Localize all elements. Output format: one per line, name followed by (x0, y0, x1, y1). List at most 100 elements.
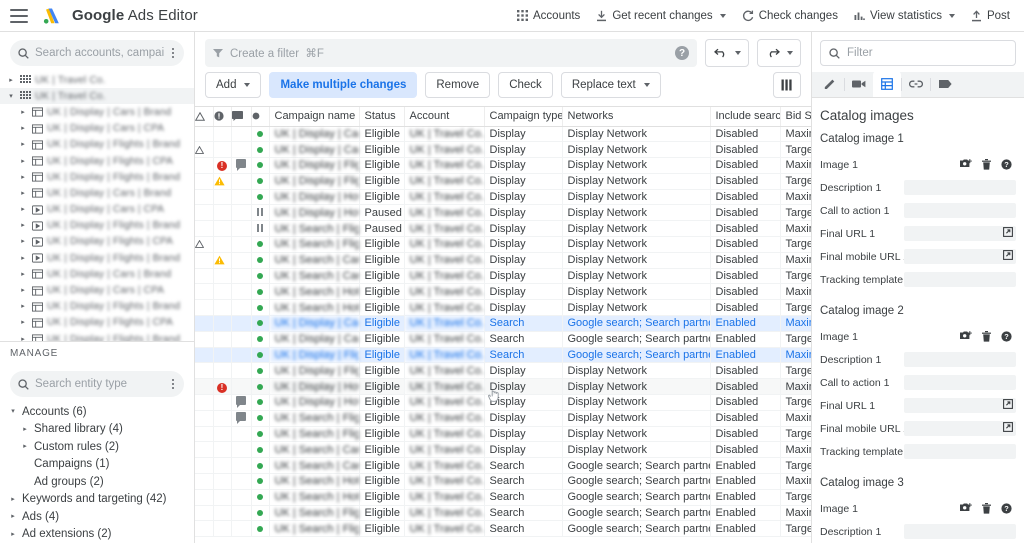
expand-chevron-icon[interactable]: ▸ (18, 238, 28, 245)
manage-item-5[interactable]: ▸ Keywords and targeting (42) (0, 491, 194, 509)
expand-chevron-icon[interactable]: ▸ (18, 190, 28, 197)
field-input-call-to-action-1[interactable] (904, 375, 1016, 390)
tree-item-11[interactable]: ▸ UK | Display | Flights | Brand (0, 250, 194, 266)
expand-chevron-icon[interactable]: ▸ (20, 426, 30, 433)
table-row[interactable]: UK | Search | Car. Eligible UK | Travel Co… (195, 252, 811, 269)
table-row[interactable]: UK | Display | Flig. Eligible UK | Travel … (195, 362, 811, 380)
tree-item-6[interactable]: ▸ UK | Display | Flights | Brand (0, 169, 194, 185)
tree-item-2[interactable]: ▸ UK | Display | Cars | Brand (0, 104, 194, 120)
help-circle-icon[interactable]: ? (1001, 503, 1012, 514)
manage-item-1[interactable]: ▸ Shared library (4) (0, 421, 194, 439)
tree-item-7[interactable]: ▸ UK | Display | Cars | Brand (0, 185, 194, 201)
more-options-icon[interactable] (170, 377, 177, 392)
make-multiple-changes-button[interactable]: Make multiple changes (269, 72, 418, 98)
tree-item-8[interactable]: ▸ UK | Display | Cars | CPA (0, 202, 194, 218)
add-image-icon[interactable] (960, 159, 972, 170)
tab-edit[interactable] (816, 71, 844, 97)
help-circle-icon[interactable]: ? (1001, 331, 1012, 342)
field-input-final-mobile-url-1[interactable] (904, 249, 1016, 264)
table-row[interactable]: UK | Display | Flig. Eligible UK | Travel … (195, 347, 811, 364)
columns-button[interactable] (773, 72, 801, 98)
tree-item-14[interactable]: ▸ UK | Display | Flights | Brand (0, 299, 194, 315)
expand-chevron-icon[interactable]: ▸ (8, 496, 18, 503)
table-row[interactable]: UK | Search | Flig. Paused UK | Travel Co.… (195, 220, 811, 238)
table-row[interactable]: UK | Search | Hot. Eligible UK | Travel Co… (195, 489, 811, 506)
column-header-warning-triangle-icon[interactable] (195, 107, 214, 127)
table-row[interactable]: UK | Display | Hot. Eligible UK | Travel C… (195, 189, 811, 206)
chevron-down-icon[interactable] (719, 13, 726, 18)
delete-trash-icon[interactable] (982, 503, 991, 514)
view-statistics-button[interactable]: View statistics (854, 10, 955, 22)
expand-chevron-icon[interactable]: ▸ (18, 125, 28, 132)
add-button[interactable]: Add (205, 72, 262, 98)
add-image-icon[interactable] (960, 331, 972, 342)
undo-button[interactable] (705, 39, 749, 67)
manage-item-6[interactable]: ▸ Ads (4) (0, 508, 194, 526)
table-row[interactable]: UK | Search | Flig. Eligible UK | Travel C… (195, 520, 811, 538)
tree-item-3[interactable]: ▸ UK | Display | Cars | CPA (0, 121, 194, 137)
field-input-description-1[interactable] (904, 524, 1016, 539)
column-header-bid[interactable]: Bid Strategy Ty.. (780, 107, 811, 127)
table-row[interactable]: UK | Search | Car. Eligible UK | Travel Co… (195, 457, 811, 475)
tree-item-12[interactable]: ▸ UK | Display | Cars | Brand (0, 266, 194, 282)
tree-item-13[interactable]: ▸ UK | Display | Cars | CPA (0, 282, 194, 298)
more-options-icon[interactable] (170, 46, 177, 61)
chevron-down-icon[interactable] (643, 83, 650, 87)
table-row[interactable]: UK | Search | Flig. Eligible UK | Travel C… (195, 505, 811, 522)
table-row[interactable]: UK | Display | Car. Eligible UK | Travel C… (195, 331, 811, 348)
delete-trash-icon[interactable] (982, 331, 991, 342)
account-search-box[interactable]: Search accounts, campaigns... (10, 40, 184, 66)
table-row[interactable]: UK | Search | Flig. Eligible UK | Travel C… (195, 410, 811, 427)
tree-item-5[interactable]: ▸ UK | Display | Flights | CPA (0, 153, 194, 169)
column-header-name[interactable]: Campaign name (269, 107, 360, 127)
panel-filter-input[interactable]: Filter (820, 40, 1016, 66)
create-filter-input[interactable]: Create a filter ⌘F ? (205, 39, 697, 67)
chevron-down-icon[interactable] (786, 51, 793, 55)
expand-chevron-icon[interactable]: ▸ (18, 206, 28, 213)
expand-chevron-icon[interactable]: ▸ (8, 531, 18, 538)
expand-chevron-icon[interactable]: ▸ (18, 255, 28, 262)
column-header-error-circle-icon[interactable] (213, 107, 232, 127)
post-button[interactable]: Post (971, 10, 1010, 22)
tree-item-0[interactable]: ▸ UK | Travel Co. (0, 72, 194, 88)
manage-item-3[interactable]: Campaigns (1) (0, 456, 194, 474)
field-input-final-url-1[interactable] (904, 226, 1016, 241)
field-input-description-1[interactable] (904, 352, 1016, 367)
expand-chevron-icon[interactable]: ▸ (8, 513, 18, 520)
column-header-status[interactable]: Status (359, 107, 405, 127)
column-header-account[interactable]: Account (404, 107, 485, 127)
help-circle-icon[interactable]: ? (675, 46, 689, 60)
open-external-icon[interactable] (1003, 422, 1013, 432)
manage-item-4[interactable]: Ad groups (2) (0, 473, 194, 491)
expand-chevron-icon[interactable]: ▾ (8, 408, 18, 415)
table-row[interactable]: UK | Search | Flig. Eligible UK | Travel C… (195, 236, 811, 253)
table-row[interactable]: UK | Display | Flig. Eligible UK | Travel … (195, 173, 811, 190)
get-recent-changes-button[interactable]: Get recent changes (596, 10, 726, 22)
campaign-table-container[interactable]: Campaign name Status Account Campaign type N… (195, 106, 811, 543)
chevron-down-icon[interactable] (734, 51, 741, 55)
chevron-down-icon[interactable] (244, 83, 251, 87)
table-row[interactable]: UK | Display | Hot. Paused UK | Travel Co.… (195, 204, 811, 222)
field-input-final-mobile-url-1[interactable] (904, 421, 1016, 436)
expand-chevron-icon[interactable]: ▸ (18, 319, 28, 326)
table-row[interactable]: UK | Display | Hot. Eligible UK | Travel C… (195, 394, 811, 411)
manage-item-7[interactable]: ▸ Ad extensions (2) (0, 526, 194, 543)
field-input-final-url-1[interactable] (904, 398, 1016, 413)
table-row[interactable]: UK | Search | Hot. Eligible UK | Travel Co… (195, 299, 811, 317)
tab-video[interactable] (845, 71, 873, 97)
expand-chevron-icon[interactable]: ▸ (18, 287, 28, 294)
remove-button[interactable]: Remove (425, 72, 491, 98)
expand-chevron-icon[interactable]: ▾ (6, 93, 16, 100)
expand-chevron-icon[interactable]: ▸ (18, 141, 28, 148)
hamburger-menu-icon[interactable] (10, 8, 28, 23)
open-external-icon[interactable] (1003, 227, 1013, 237)
column-header-include[interactable]: Include search.. (710, 107, 781, 127)
tree-item-1[interactable]: ▾ UK | Travel Co. (0, 88, 194, 105)
expand-chevron-icon[interactable]: ▸ (18, 271, 28, 278)
open-external-icon[interactable] (1003, 399, 1013, 409)
table-row[interactable]: UK | Display | Cars Eligible UK | Travel C… (195, 126, 811, 143)
table-row[interactable]: UK | Display | Car. Eligible UK | Travel C… (195, 315, 811, 332)
column-header-comment-icon[interactable] (231, 107, 252, 127)
field-input-tracking-template-1[interactable] (904, 272, 1016, 287)
tree-item-16[interactable]: ▸ UK | Display | Flights | Brand (0, 331, 194, 341)
